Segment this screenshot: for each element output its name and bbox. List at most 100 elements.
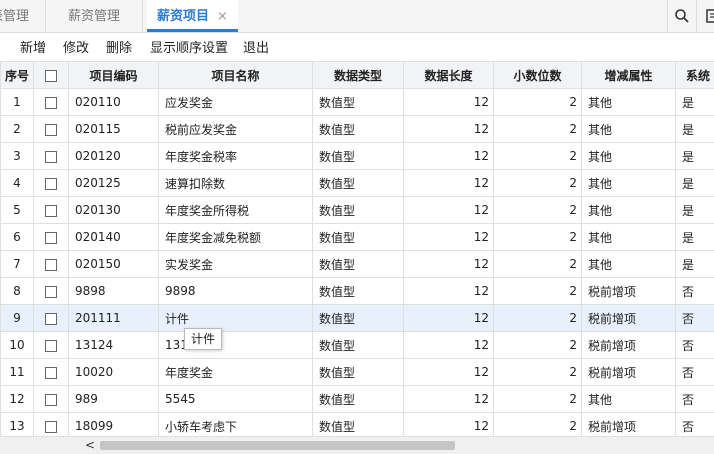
column-header-property[interactable]: 增减属性 bbox=[582, 62, 676, 89]
column-header-decimals[interactable]: 小数位数 bbox=[494, 62, 582, 89]
row-type: 数值型 bbox=[313, 224, 404, 251]
row-checkbox[interactable] bbox=[34, 116, 69, 143]
toolbar: 新增 修改 删除 显示顺序设置 退出 bbox=[0, 33, 714, 61]
row-decimals: 2 bbox=[494, 170, 582, 197]
cell-tooltip: 计件 bbox=[184, 328, 222, 350]
row-code: 020120 bbox=[69, 143, 159, 170]
column-header-system[interactable]: 系统 bbox=[676, 62, 714, 89]
row-type: 数值型 bbox=[313, 116, 404, 143]
checkbox-box[interactable] bbox=[45, 205, 57, 217]
checkbox-box[interactable] bbox=[45, 151, 57, 163]
more-icon[interactable] bbox=[702, 6, 714, 26]
row-name: 131 bbox=[159, 332, 313, 359]
edit-button[interactable]: 修改 bbox=[63, 37, 89, 56]
close-icon[interactable]: × bbox=[217, 9, 228, 24]
row-length: 12 bbox=[404, 332, 494, 359]
tab-label: 表管理 bbox=[0, 9, 29, 24]
table-row[interactable]: 5020130年度奖金所得税数值型122其他是 bbox=[1, 197, 714, 224]
exit-button[interactable]: 退出 bbox=[243, 37, 269, 56]
checkbox-box[interactable] bbox=[45, 394, 57, 406]
row-checkbox[interactable] bbox=[34, 224, 69, 251]
table-row[interactable]: 2020115税前应发奖金数值型122其他是 bbox=[1, 116, 714, 143]
tab-salary-items[interactable]: 薪资项目× bbox=[147, 0, 238, 32]
column-header-code[interactable]: 项目编码 bbox=[69, 62, 159, 89]
scrollbar-thumb[interactable] bbox=[100, 441, 455, 450]
table-row[interactable]: 9201111计件数值型122税前增项否 bbox=[1, 305, 714, 332]
row-checkbox[interactable] bbox=[34, 278, 69, 305]
row-seq: 9 bbox=[1, 305, 34, 332]
row-checkbox[interactable] bbox=[34, 386, 69, 413]
add-button[interactable]: 新增 bbox=[20, 37, 46, 56]
row-property: 其他 bbox=[582, 89, 676, 116]
scroll-left-icon[interactable]: < bbox=[84, 437, 96, 454]
column-header-length[interactable]: 数据长度 bbox=[404, 62, 494, 89]
checkbox-box[interactable] bbox=[45, 421, 57, 433]
row-type: 数值型 bbox=[313, 305, 404, 332]
row-name: 税前应发奖金 bbox=[159, 116, 313, 143]
column-header-type[interactable]: 数据类型 bbox=[313, 62, 404, 89]
tab-form-management[interactable]: 表管理 bbox=[0, 0, 29, 32]
checkbox-box[interactable] bbox=[45, 313, 57, 325]
checkbox-box[interactable] bbox=[45, 124, 57, 136]
tab-divider bbox=[45, 0, 46, 32]
search-icon[interactable] bbox=[672, 6, 692, 26]
table-row[interactable]: 3020120年度奖金税率数值型122其他是 bbox=[1, 143, 714, 170]
table-row[interactable]: 1020110应发奖金数值型122其他是 bbox=[1, 89, 714, 116]
checkbox-box[interactable] bbox=[45, 178, 57, 190]
tab-bar: 表管理 薪资管理 薪资项目× bbox=[0, 0, 714, 33]
checkbox-box[interactable] bbox=[45, 259, 57, 271]
display-order-button[interactable]: 显示顺序设置 bbox=[150, 37, 228, 56]
checkbox-box[interactable] bbox=[45, 232, 57, 244]
row-code: 989 bbox=[69, 386, 159, 413]
row-checkbox[interactable] bbox=[34, 170, 69, 197]
table-row[interactable]: 7020150实发奖金数值型122其他是 bbox=[1, 251, 714, 278]
row-decimals: 2 bbox=[494, 197, 582, 224]
row-checkbox[interactable] bbox=[34, 197, 69, 224]
select-all-checkbox[interactable] bbox=[34, 62, 69, 89]
row-property: 税前增项 bbox=[582, 359, 676, 386]
row-seq: 4 bbox=[1, 170, 34, 197]
row-property: 税前增项 bbox=[582, 413, 676, 437]
checkbox-box[interactable] bbox=[45, 97, 57, 109]
checkbox-box[interactable] bbox=[45, 367, 57, 379]
row-decimals: 2 bbox=[494, 143, 582, 170]
row-checkbox[interactable] bbox=[34, 332, 69, 359]
table-row[interactable]: 4020125速算扣除数数值型122其他是 bbox=[1, 170, 714, 197]
column-header-name[interactable]: 项目名称 bbox=[159, 62, 313, 89]
row-system: 否 bbox=[676, 359, 714, 386]
column-header-seq[interactable]: 序号 bbox=[1, 62, 34, 89]
table-row[interactable]: 898989898数值型122税前增项否 bbox=[1, 278, 714, 305]
row-seq: 6 bbox=[1, 224, 34, 251]
row-checkbox[interactable] bbox=[34, 89, 69, 116]
row-decimals: 2 bbox=[494, 89, 582, 116]
row-checkbox[interactable] bbox=[34, 251, 69, 278]
row-checkbox[interactable] bbox=[34, 305, 69, 332]
row-length: 12 bbox=[404, 170, 494, 197]
row-seq: 3 bbox=[1, 143, 34, 170]
row-property: 其他 bbox=[582, 197, 676, 224]
row-decimals: 2 bbox=[494, 386, 582, 413]
table-row[interactable]: 1013124131数值型122税前增项否 bbox=[1, 332, 714, 359]
row-name: 年度奖金 bbox=[159, 359, 313, 386]
checkbox-box[interactable] bbox=[45, 70, 57, 82]
table-row[interactable]: 6020140年度奖金减免税额数值型122其他是 bbox=[1, 224, 714, 251]
row-checkbox[interactable] bbox=[34, 143, 69, 170]
row-code: 020125 bbox=[69, 170, 159, 197]
row-type: 数值型 bbox=[313, 359, 404, 386]
row-decimals: 2 bbox=[494, 305, 582, 332]
row-type: 数值型 bbox=[313, 170, 404, 197]
tab-salary-management[interactable]: 薪资管理 bbox=[68, 0, 120, 32]
row-length: 12 bbox=[404, 116, 494, 143]
delete-button[interactable]: 删除 bbox=[106, 37, 132, 56]
table-row[interactable]: 129895545数值型122其他否 bbox=[1, 386, 714, 413]
checkbox-box[interactable] bbox=[45, 340, 57, 352]
row-checkbox[interactable] bbox=[34, 413, 69, 437]
horizontal-scrollbar[interactable]: < bbox=[0, 436, 714, 454]
row-decimals: 2 bbox=[494, 251, 582, 278]
checkbox-box[interactable] bbox=[45, 286, 57, 298]
row-code: 9898 bbox=[69, 278, 159, 305]
table-row[interactable]: 1318099小轿车考虑下数值型122税前增项否 bbox=[1, 413, 714, 437]
row-property: 其他 bbox=[582, 224, 676, 251]
row-checkbox[interactable] bbox=[34, 359, 69, 386]
table-row[interactable]: 1110020年度奖金数值型122税前增项否 bbox=[1, 359, 714, 386]
